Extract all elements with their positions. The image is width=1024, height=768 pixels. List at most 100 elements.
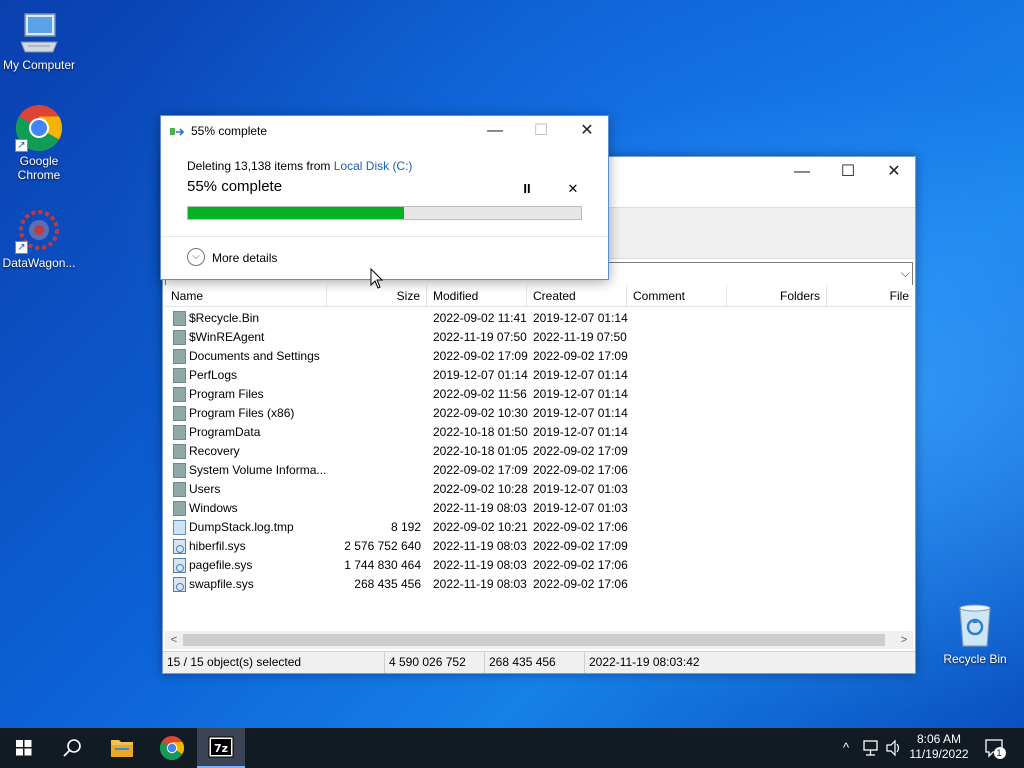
cell-modified: 2022-10-18 01:50 xyxy=(433,425,528,439)
recycle-bin-icon xyxy=(951,602,999,650)
cell-modified: 2022-09-02 11:41 xyxy=(433,311,527,325)
cell-name: Users xyxy=(189,482,221,496)
cancel-button[interactable]: ✕ xyxy=(563,179,583,199)
cell-created: 2022-09-02 17:09 xyxy=(533,349,628,363)
file-explorer-icon xyxy=(111,740,133,757)
folder-icon xyxy=(173,368,186,383)
folder-icon xyxy=(173,482,186,497)
desktop-icon-datawagon[interactable]: ↗ DataWagon... xyxy=(0,206,78,270)
table-row[interactable]: ProgramData 2022-10-18 01:50 2019-12-07 01… xyxy=(165,423,913,442)
cell-name: DumpStack.log.tmp xyxy=(189,520,294,534)
horizontal-scrollbar[interactable]: < > xyxy=(165,631,913,649)
file-list: $Recycle.Bin 2022-09-02 11:41 2019-12-07 0… xyxy=(165,309,913,594)
file-explorer-button[interactable] xyxy=(98,728,146,768)
table-row[interactable]: swapfile.sys 268 435 456 2022-11-19 08:03 2… xyxy=(165,575,913,594)
mouse-cursor-icon xyxy=(370,267,384,290)
cell-modified: 2022-09-02 11:56 xyxy=(433,387,527,401)
table-row[interactable]: System Volume Informa... 2022-09-02 17:09… xyxy=(165,461,913,480)
windows-start-icon xyxy=(16,740,32,756)
cell-modified: 2022-11-19 08:03 xyxy=(433,577,527,591)
dialog-minimize-button[interactable]: — xyxy=(472,116,518,146)
cell-modified: 2022-09-02 10:30 xyxy=(433,406,528,420)
table-row[interactable]: Documents and Settings 2022-09-02 17:09 20… xyxy=(165,347,913,366)
network-icon[interactable] xyxy=(860,728,882,768)
column-header-files[interactable]: File xyxy=(827,285,915,307)
chevron-down-icon[interactable]: ⌵ xyxy=(901,266,910,281)
dialog-close-button[interactable]: ✕ xyxy=(564,116,610,146)
7zip-taskbar-button[interactable]: 7z xyxy=(197,728,245,768)
table-row[interactable]: pagefile.sys 1 744 830 464 2022-11-19 08:0… xyxy=(165,556,913,575)
cell-created: 2022-09-02 17:06 xyxy=(533,463,628,477)
cell-created: 2019-12-07 01:14 xyxy=(533,387,628,401)
column-header-folders[interactable]: Folders xyxy=(727,285,827,307)
cell-created: 2019-12-07 01:14 xyxy=(533,425,628,439)
close-button[interactable]: ✕ xyxy=(871,157,917,187)
minimize-button[interactable]: — xyxy=(779,157,825,187)
cell-name: PerfLogs xyxy=(189,368,238,382)
cell-size: 1 744 830 464 xyxy=(344,558,421,572)
status-bar: 15 / 15 object(s) selected 4 590 026 752… xyxy=(163,651,915,673)
status-total-size: 4 590 026 752 xyxy=(385,652,485,673)
progress-status-text: 55% complete xyxy=(187,178,283,195)
cell-name: System Volume Informa... xyxy=(189,463,327,477)
column-header-modified[interactable]: Modified xyxy=(427,285,527,307)
desktop-icon-my-computer[interactable]: My Computer xyxy=(0,8,78,72)
chrome-taskbar-button[interactable] xyxy=(148,728,196,768)
maximize-button[interactable]: ☐ xyxy=(825,157,871,187)
column-header-comment[interactable]: Comment xyxy=(627,285,727,307)
desktop-icon-google-chrome[interactable]: ↗ Google Chrome xyxy=(0,104,78,182)
file-icon xyxy=(173,539,186,554)
cell-name: Windows xyxy=(189,501,238,515)
table-row[interactable]: hiberfil.sys 2 576 752 640 2022-11-19 08:0… xyxy=(165,537,913,556)
table-row[interactable]: $WinREAgent 2022-11-19 07:50 2022-11-19 07… xyxy=(165,328,913,347)
deleting-summary: Deleting 13,138 items from Local Disk (C… xyxy=(187,159,412,173)
column-header-name[interactable]: Name xyxy=(165,285,327,307)
desktop-icon-label: DataWagon... xyxy=(2,256,76,270)
notification-count: 1 xyxy=(996,748,1002,758)
column-header-created[interactable]: Created xyxy=(527,285,627,307)
table-row[interactable]: Program Files (x86) 2022-09-02 10:30 2019-… xyxy=(165,404,913,423)
shortcut-arrow-icon: ↗ xyxy=(15,139,28,152)
cell-size: 268 435 456 xyxy=(354,577,421,591)
file-icon xyxy=(173,520,186,535)
volume-icon[interactable] xyxy=(884,728,904,768)
cell-name: hiberfil.sys xyxy=(189,539,246,553)
cell-modified: 2022-09-02 17:09 xyxy=(433,463,528,477)
taskbar: 7z ^ 8:06 AM 11/19/2022 1 xyxy=(0,728,1024,768)
table-row[interactable]: $Recycle.Bin 2022-09-02 11:41 2019-12-07 0… xyxy=(165,309,913,328)
table-row[interactable]: Windows 2022-11-19 08:03 2019-12-07 01:03 xyxy=(165,499,913,518)
folder-icon xyxy=(173,463,186,478)
file-icon xyxy=(173,577,186,592)
pause-button[interactable]: II xyxy=(517,179,537,199)
my-computer-icon xyxy=(15,8,63,56)
table-row[interactable]: Recovery 2022-10-18 01:05 2022-09-02 17:09 xyxy=(165,442,913,461)
cell-modified: 2022-09-02 10:28 xyxy=(433,482,528,496)
table-row[interactable]: DumpStack.log.tmp 8 192 2022-09-02 10:21 20… xyxy=(165,518,913,537)
show-hidden-icons-button[interactable]: ^ xyxy=(836,728,856,768)
cell-created: 2019-12-07 01:03 xyxy=(533,482,628,496)
location-link[interactable]: Local Disk (C:) xyxy=(334,159,413,173)
cell-name: $Recycle.Bin xyxy=(189,311,260,325)
progress-bar-fill xyxy=(188,207,405,219)
cell-created: 2022-09-02 17:06 xyxy=(533,520,628,534)
table-row[interactable]: Users 2022-09-02 10:28 2019-12-07 01:03 xyxy=(165,480,913,499)
chrome-icon xyxy=(159,736,185,761)
search-button[interactable] xyxy=(48,728,96,768)
scroll-thumb[interactable] xyxy=(183,634,885,646)
progress-bar xyxy=(187,206,582,220)
scroll-left-arrow[interactable]: < xyxy=(165,631,183,649)
cell-created: 2022-09-02 17:06 xyxy=(533,558,628,572)
cell-modified: 2022-11-19 08:03 xyxy=(433,558,527,572)
desktop-icon-recycle-bin[interactable]: Recycle Bin xyxy=(936,602,1014,666)
desktop-icon-label: My Computer xyxy=(2,58,76,72)
table-row[interactable]: Program Files 2022-09-02 11:56 2019-12-07 … xyxy=(165,385,913,404)
scroll-right-arrow[interactable]: > xyxy=(895,631,913,649)
table-row[interactable]: PerfLogs 2019-12-07 01:14 2019-12-07 01:14 xyxy=(165,366,913,385)
system-clock[interactable]: 8:06 AM 11/19/2022 xyxy=(906,732,972,762)
cell-size: 2 576 752 640 xyxy=(344,539,421,553)
more-details-label: More details xyxy=(212,251,278,265)
start-button[interactable] xyxy=(0,728,48,768)
folder-icon xyxy=(173,387,186,402)
notification-button[interactable]: 1 xyxy=(980,728,1010,768)
cell-modified: 2022-09-02 17:09 xyxy=(433,349,528,363)
